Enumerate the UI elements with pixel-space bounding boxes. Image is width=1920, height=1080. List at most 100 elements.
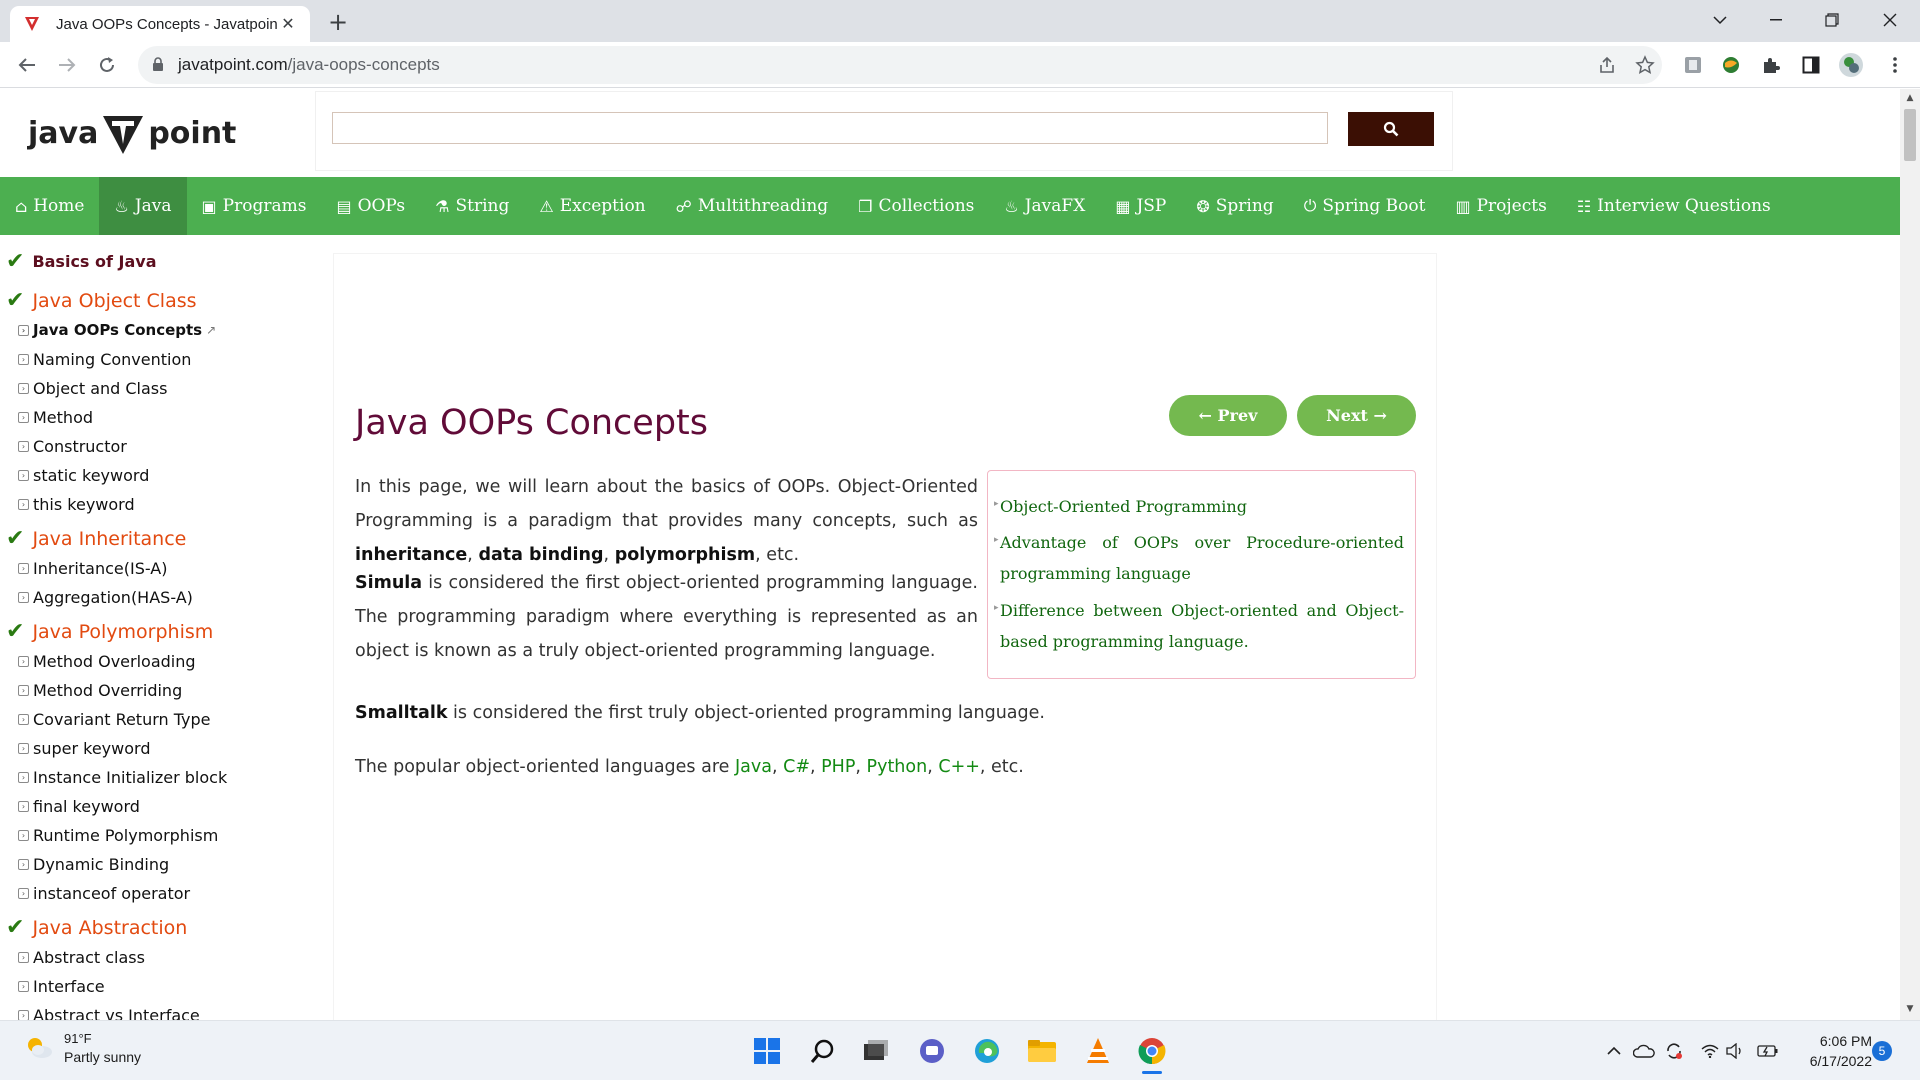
reload-button[interactable] (92, 50, 122, 80)
next-button[interactable]: Next → (1297, 395, 1416, 436)
page-scrollbar[interactable]: ▲ ▼ (1900, 89, 1920, 1020)
restore-button[interactable] (1804, 0, 1860, 40)
sidebar-item-inheritance-is-a-[interactable]: › Inheritance(IS-A) (18, 559, 167, 578)
sidebar-item-instance-initializer-block[interactable]: › Instance Initializer block (18, 768, 227, 787)
sidebar-item-naming-convention[interactable]: › Naming Convention (18, 350, 191, 369)
language-link[interactable]: Python (867, 757, 928, 777)
search-button[interactable] (1348, 112, 1434, 146)
sidebar-section-java-abstraction[interactable]: ✔ Java Abstraction (6, 915, 187, 940)
tray-chevron-up-icon[interactable] (1602, 1039, 1626, 1063)
nav-item-multithreading[interactable]: ☍ Multithreading (661, 177, 844, 235)
checkmark-icon: ✔ (6, 249, 25, 274)
extension-globe-icon[interactable] (1718, 52, 1744, 78)
chrome-taskbar-icon[interactable] (1134, 1033, 1170, 1074)
nav-item-string[interactable]: ⚗ String (420, 177, 524, 235)
sidebar-item-method[interactable]: › Method (18, 408, 93, 427)
sidebar-item-super-keyword[interactable]: › super keyword (18, 739, 150, 758)
tab-search-chevron-icon[interactable] (1692, 0, 1748, 40)
language-link[interactable]: Java (735, 757, 772, 777)
sidebar-item-object-and-class[interactable]: › Object and Class (18, 379, 167, 398)
extensions-puzzle-icon[interactable] (1758, 52, 1784, 78)
sidebar-item-method-overriding[interactable]: › Method Overriding (18, 681, 182, 700)
browser-tab[interactable]: Java OOPs Concepts - Javatpoint ✕ (10, 6, 310, 42)
sidebar-item-method-overloading[interactable]: › Method Overloading (18, 652, 196, 671)
weather-widget[interactable]: 91°F Partly sunny (24, 1031, 141, 1065)
sidebar-item-covariant-return-type[interactable]: › Covariant Return Type (18, 710, 211, 729)
site-search-input[interactable] (332, 112, 1328, 144)
back-button[interactable] (12, 50, 42, 80)
vlc-icon[interactable] (1080, 1033, 1116, 1069)
sidebar-section-java-inheritance[interactable]: ✔ Java Inheritance (6, 526, 186, 551)
sidebar-item-abstract-vs-interface[interactable]: › Abstract vs Interface (18, 1006, 200, 1020)
system-clock[interactable]: 6:06 PM 6/17/2022 (1792, 1031, 1872, 1071)
javatpoint-logo[interactable]: java point (28, 109, 236, 157)
file-explorer-icon[interactable] (1024, 1033, 1060, 1069)
weather-desc: Partly sunny (64, 1049, 142, 1065)
search-icon[interactable] (805, 1033, 841, 1069)
bookmark-star-icon[interactable] (1632, 52, 1658, 78)
wifi-icon[interactable] (1698, 1039, 1722, 1063)
minimize-button[interactable] (1748, 0, 1804, 40)
nav-item-spring[interactable]: ❂ Spring (1181, 177, 1288, 235)
nav-item-spring-boot[interactable]: ⏻ Spring Boot (1289, 177, 1441, 235)
nav-item-programs[interactable]: ▣ Programs (187, 177, 322, 235)
volume-icon[interactable] (1722, 1039, 1746, 1063)
share-icon[interactable] (1594, 52, 1620, 78)
sidebar-item-java-oops-concepts[interactable]: › Java OOPs Concepts ↗ (18, 321, 216, 339)
sidebar-item-final-keyword[interactable]: › final keyword (18, 797, 140, 816)
nav-label: Exception (559, 196, 646, 216)
nav-item-exception[interactable]: ⚠ Exception (524, 177, 660, 235)
nav-item-interview-questions[interactable]: ☷ Interview Questions (1562, 177, 1786, 235)
nav-item-projects[interactable]: ▥ Projects (1440, 177, 1561, 235)
language-link[interactable]: C# (783, 757, 810, 777)
language-link[interactable]: C++ (938, 757, 980, 777)
sidebar-item-interface[interactable]: › Interface (18, 977, 105, 996)
scroll-down-icon[interactable]: ▼ (1904, 1004, 1916, 1016)
external-link-icon[interactable]: ↗ (206, 323, 216, 337)
prev-button[interactable]: ← Prev (1169, 395, 1287, 436)
sidebar-section-basics-of-java[interactable]: ✔ Basics of Java (6, 249, 157, 274)
chrome-menu-icon[interactable] (1882, 52, 1908, 78)
extension-reader-icon[interactable] (1680, 52, 1706, 78)
nav-item-jsp[interactable]: ▦ JSP (1100, 177, 1181, 235)
scroll-up-icon[interactable]: ▲ (1904, 93, 1916, 105)
sidebar-item-runtime-polymorphism[interactable]: › Runtime Polymorphism (18, 826, 218, 845)
scrollbar-thumb[interactable] (1904, 109, 1916, 161)
sidebar-item-static-keyword[interactable]: › static keyword (18, 466, 149, 485)
nav-item-java[interactable]: ♨ Java (99, 177, 187, 235)
profile-avatar[interactable] (1838, 52, 1864, 78)
languages-paragraph: The popular object-oriented languages ar… (355, 757, 1024, 777)
onedrive-cloud-icon[interactable] (1632, 1039, 1656, 1063)
close-window-button[interactable] (1862, 0, 1918, 40)
windows-start-icon[interactable] (749, 1033, 785, 1069)
search-area (316, 92, 1452, 170)
address-bar[interactable]: javatpoint.com/java-oops-concepts (138, 46, 1662, 84)
lock-icon[interactable] (152, 56, 164, 75)
sidebar-item-aggregation-has-a-[interactable]: › Aggregation(HAS-A) (18, 588, 193, 607)
toc-link-oop[interactable]: ▸ Object-Oriented Programming (994, 491, 1404, 522)
side-panel-icon[interactable] (1798, 52, 1824, 78)
toc-link-advantage[interactable]: ▸ Advantage of OOPs over Procedure-orient… (994, 527, 1404, 589)
sync-icon[interactable] (1662, 1039, 1686, 1063)
new-tab-button[interactable]: + (325, 10, 351, 36)
tab-close-icon[interactable]: ✕ (278, 14, 298, 34)
notification-badge[interactable]: 5 (1872, 1041, 1892, 1061)
teams-chat-icon[interactable] (914, 1033, 950, 1069)
forward-button[interactable] (52, 50, 82, 80)
nav-item-home[interactable]: ⌂ Home (0, 177, 99, 235)
nav-item-collections[interactable]: ❐ Collections (843, 177, 989, 235)
sidebar-item-instanceof-operator[interactable]: › instanceof operator (18, 884, 190, 903)
sidebar-section-java-object-class[interactable]: ✔ Java Object Class (6, 288, 197, 313)
nav-item-oops[interactable]: ▤ OOPs (321, 177, 420, 235)
nav-item-javafx[interactable]: ♨ JavaFX (989, 177, 1100, 235)
sidebar-item-constructor[interactable]: › Constructor (18, 437, 127, 456)
language-link[interactable]: PHP (821, 757, 855, 777)
sidebar-item-dynamic-binding[interactable]: › Dynamic Binding (18, 855, 169, 874)
edge-browser-icon[interactable] (969, 1033, 1005, 1069)
sidebar-section-java-polymorphism[interactable]: ✔ Java Polymorphism (6, 619, 213, 644)
sidebar-item-this-keyword[interactable]: › this keyword (18, 495, 135, 514)
task-view-icon[interactable] (857, 1033, 893, 1069)
sidebar-item-abstract-class[interactable]: › Abstract class (18, 948, 145, 967)
battery-icon[interactable] (1756, 1039, 1780, 1063)
toc-link-difference[interactable]: ▸ Difference between Object-oriented and … (994, 595, 1404, 657)
